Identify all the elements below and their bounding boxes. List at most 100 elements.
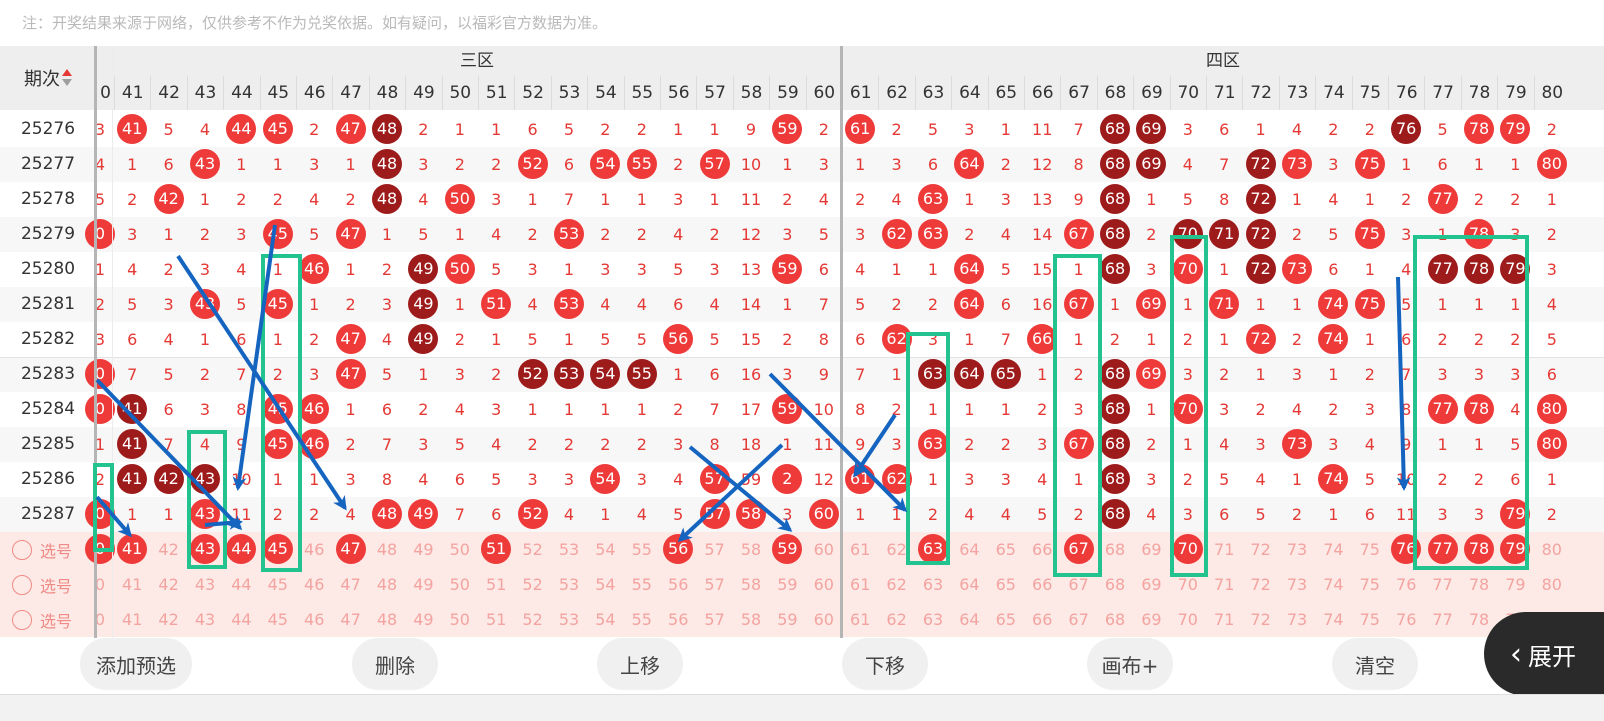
pick-number[interactable]: 75 xyxy=(1352,567,1388,602)
pick-number[interactable]: 75 xyxy=(1352,532,1388,567)
pick-number[interactable]: 61 xyxy=(842,532,878,567)
pick-number[interactable]: 54 xyxy=(587,532,623,567)
pick-number[interactable]: 62 xyxy=(878,602,914,637)
pick-number-selected[interactable]: 47 xyxy=(335,534,366,564)
pick-number[interactable]: 58 xyxy=(733,532,769,567)
pick-number[interactable]: 42 xyxy=(150,602,186,637)
pick-number[interactable]: 63 xyxy=(915,567,951,602)
pick-number[interactable]: 55 xyxy=(624,602,660,637)
pick-number[interactable]: 43 xyxy=(187,567,223,602)
pick-number[interactable]: 76 xyxy=(1388,567,1424,602)
pick-number[interactable]: 57 xyxy=(696,567,732,602)
pick-number[interactable]: 48 xyxy=(369,532,405,567)
pick-number[interactable]: 59 xyxy=(769,602,805,637)
radio-circle-icon[interactable] xyxy=(12,539,32,560)
pick-number[interactable]: 72 xyxy=(1242,532,1278,567)
pick-number[interactable]: 80 xyxy=(1534,532,1570,567)
pick-number[interactable]: 65 xyxy=(988,602,1024,637)
pick-number[interactable]: 77 xyxy=(1424,567,1460,602)
pick-number[interactable]: 74 xyxy=(1315,532,1351,567)
pick-number-selected[interactable]: 67 xyxy=(1063,534,1094,564)
pick-number[interactable]: 46 xyxy=(296,602,332,637)
pick-number[interactable]: 77 xyxy=(1424,602,1460,637)
pick-number[interactable]: 52 xyxy=(514,532,550,567)
pick-number[interactable]: 64 xyxy=(951,602,987,637)
delete-button[interactable]: 删除 xyxy=(352,638,438,690)
pick-number[interactable]: 50 xyxy=(442,567,478,602)
pick-number[interactable]: 51 xyxy=(478,567,514,602)
pick-number[interactable]: 68 xyxy=(1097,602,1133,637)
pick-number[interactable]: 66 xyxy=(1024,532,1060,567)
pick-number-selected[interactable]: 56 xyxy=(663,534,694,564)
pick-number[interactable]: 74 xyxy=(1315,567,1351,602)
pick-number[interactable]: 55 xyxy=(624,532,660,567)
pick-number[interactable]: 46 xyxy=(296,567,332,602)
pick-number[interactable]: 57 xyxy=(696,602,732,637)
pick-number[interactable]: 57 xyxy=(696,532,732,567)
pick-number[interactable]: 68 xyxy=(1097,567,1133,602)
pick-number-selected[interactable]: 0 xyxy=(85,534,115,564)
pick-number[interactable]: 73 xyxy=(1279,602,1315,637)
pick-number[interactable]: 55 xyxy=(624,567,660,602)
pick-number[interactable]: 69 xyxy=(1133,532,1169,567)
pick-number[interactable]: 63 xyxy=(915,602,951,637)
pick-number[interactable]: 45 xyxy=(260,602,296,637)
sort-icon[interactable] xyxy=(62,68,72,88)
pick-number[interactable]: 53 xyxy=(551,532,587,567)
pick-number[interactable]: 70 xyxy=(1170,567,1206,602)
pick-number[interactable]: 52 xyxy=(514,602,550,637)
pick-number[interactable]: 79 xyxy=(1497,567,1533,602)
pick-number[interactable]: 66 xyxy=(1024,567,1060,602)
pick-number[interactable]: 46 xyxy=(296,532,332,567)
pick-number[interactable]: 50 xyxy=(442,602,478,637)
pick-number-selected[interactable]: 63 xyxy=(918,534,948,564)
pick-row-selector[interactable]: 选号 xyxy=(0,602,96,637)
move-up-button[interactable]: 上移 xyxy=(597,638,683,690)
pick-number[interactable]: 68 xyxy=(1097,532,1133,567)
pick-number[interactable]: 71 xyxy=(1206,532,1242,567)
pick-number[interactable]: 80 xyxy=(1534,567,1570,602)
pick-number[interactable]: 62 xyxy=(878,567,914,602)
radio-circle-icon[interactable] xyxy=(12,609,32,630)
pick-number[interactable]: 44 xyxy=(223,567,259,602)
pick-number[interactable]: 54 xyxy=(587,602,623,637)
move-down-button[interactable]: 下移 xyxy=(842,638,928,690)
pick-number[interactable]: 70 xyxy=(1170,602,1206,637)
pick-number[interactable]: 65 xyxy=(988,532,1024,567)
pick-number[interactable]: 64 xyxy=(951,532,987,567)
pick-number[interactable]: 73 xyxy=(1279,532,1315,567)
pick-number[interactable]: 48 xyxy=(369,602,405,637)
pick-number[interactable]: 69 xyxy=(1133,602,1169,637)
pick-number[interactable]: 41 xyxy=(114,567,150,602)
pick-number-selected[interactable]: 77 xyxy=(1427,534,1458,564)
pick-number[interactable]: 52 xyxy=(514,567,550,602)
pick-number[interactable]: 58 xyxy=(733,567,769,602)
pick-number[interactable]: 49 xyxy=(405,532,441,567)
pick-number[interactable]: 60 xyxy=(806,532,842,567)
pick-number[interactable]: 73 xyxy=(1279,567,1315,602)
pick-number[interactable]: 71 xyxy=(1206,602,1242,637)
pick-number-selected[interactable]: 76 xyxy=(1391,534,1422,564)
pick-number[interactable]: 47 xyxy=(332,567,368,602)
pick-number[interactable]: 69 xyxy=(1133,567,1169,602)
pick-number[interactable]: 51 xyxy=(478,602,514,637)
expand-button[interactable]: ‹ 展开 xyxy=(1484,612,1604,696)
clear-button[interactable]: 清空 xyxy=(1332,638,1418,690)
pick-number[interactable]: 49 xyxy=(405,567,441,602)
pick-number[interactable]: 53 xyxy=(551,567,587,602)
pick-number[interactable]: 41 xyxy=(114,602,150,637)
pick-number-selected[interactable]: 41 xyxy=(117,534,148,564)
pick-number[interactable]: 71 xyxy=(1206,567,1242,602)
pick-number[interactable]: 72 xyxy=(1242,567,1278,602)
pick-number-selected[interactable]: 51 xyxy=(481,534,512,564)
pick-number[interactable]: 53 xyxy=(551,602,587,637)
pick-row-selector[interactable]: 选号 xyxy=(0,532,96,567)
pick-number-selected[interactable]: 45 xyxy=(262,534,293,564)
pick-number[interactable]: 45 xyxy=(260,567,296,602)
pick-number[interactable]: 72 xyxy=(1242,602,1278,637)
pick-number-selected[interactable]: 78 xyxy=(1464,534,1494,564)
pick-number[interactable]: 60 xyxy=(806,602,842,637)
pick-number[interactable]: 54 xyxy=(587,567,623,602)
pick-number[interactable]: 76 xyxy=(1388,602,1424,637)
pick-number[interactable]: 67 xyxy=(1060,602,1096,637)
